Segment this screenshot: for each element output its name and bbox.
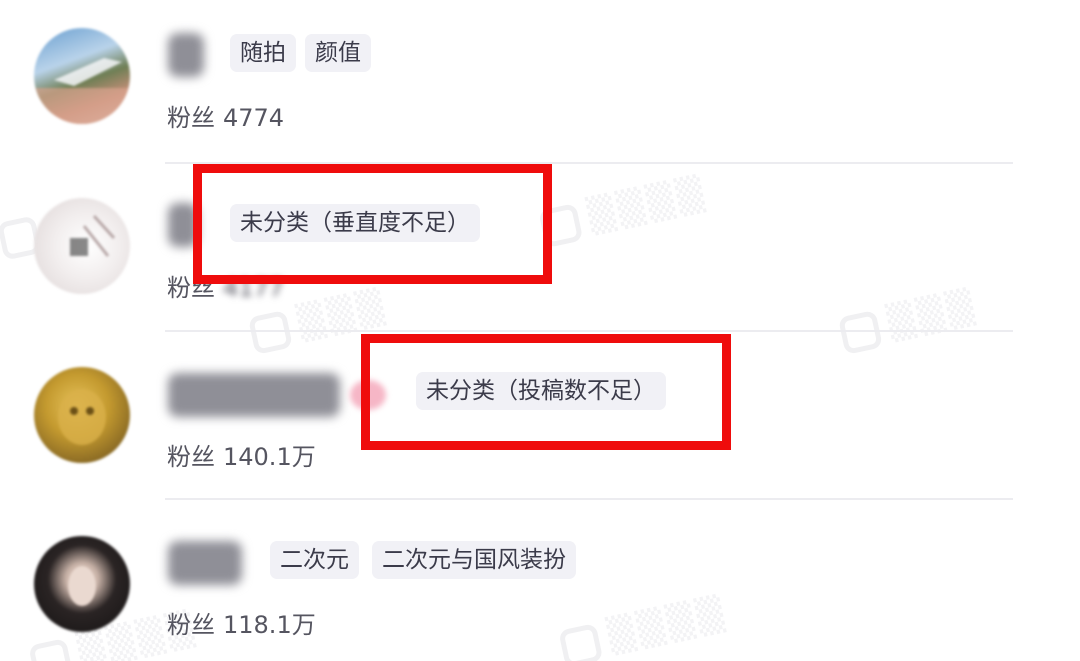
creator-name-obscured[interactable] [168,373,340,417]
avatar-image [34,58,130,124]
watermark-logo-icon: ▒▒▒ [837,286,981,355]
fans-count: 粉丝 140.1万 [167,437,316,472]
creator-list-page: ▒▒▒▒ ▒▒▒ ▒▒▒ ▒▒▒▒ ▒▒▒▒ 随拍 颜值 粉丝 4774 未分类（… [0,0,1080,661]
avatar-image [58,389,106,445]
row-divider [165,330,1013,332]
creator-name-obscured[interactable] [168,541,242,585]
category-tag: 颜值 [305,34,371,72]
fans-label: 粉丝 [167,443,215,471]
highlight-box [361,334,731,450]
fans-count: 粉丝 4774 [167,98,284,133]
fans-label: 粉丝 [167,104,215,132]
category-tag: 随拍 [230,34,296,72]
watermark-logo-icon: ▒▒▒▒ [558,593,731,661]
category-tag: 二次元与国风装扮 [372,541,576,579]
category-tag: 二次元 [270,541,359,579]
fans-count: 粉丝 118.1万 [167,605,316,640]
fans-label: 粉丝 [167,611,215,639]
fans-value: 140.1万 [223,443,316,471]
avatar[interactable] [34,536,130,632]
highlight-box [193,164,552,284]
avatar-image [70,214,116,257]
creator-name-obscured[interactable] [168,33,204,77]
avatar[interactable] [34,198,130,294]
row-divider [165,498,1013,500]
fans-value: 4774 [223,104,285,132]
avatar[interactable] [34,367,130,463]
avatar-image [68,566,96,606]
fans-value: 118.1万 [223,611,316,639]
watermark-logo-icon: ▒▒▒▒ [538,173,711,248]
avatar[interactable] [34,28,130,124]
